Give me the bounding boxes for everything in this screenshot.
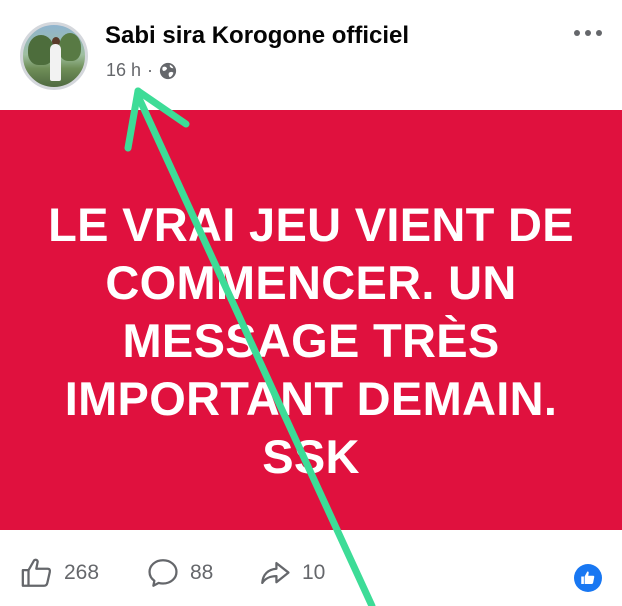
post-meta: 16 h · — [106, 60, 177, 81]
message-line: LE VRAI JEU VIENT DE — [48, 198, 574, 251]
comment-bubble-icon — [148, 559, 178, 587]
message-line: COMMENCER. UN — [105, 256, 517, 309]
post-message: LE VRAI JEU VIENT DE COMMENCER. UN MESSA… — [20, 196, 602, 486]
message-line: IMPORTANT DEMAIN. — [64, 372, 558, 425]
author-name[interactable]: Sabi sira Korogone officiel — [105, 22, 409, 50]
like-reaction-icon[interactable] — [574, 564, 602, 592]
share-count: 10 — [302, 561, 326, 584]
message-line: MESSAGE TRÈS — [122, 314, 500, 367]
post-text-card: LE VRAI JEU VIENT DE COMMENCER. UN MESSA… — [0, 110, 622, 530]
post-actions: 268 88 10 — [0, 540, 622, 606]
like-count: 268 — [64, 561, 100, 584]
comment-button[interactable]: 88 — [146, 556, 213, 590]
share-arrow-icon — [261, 561, 290, 585]
avatar[interactable] — [20, 22, 88, 90]
like-button[interactable]: 268 — [20, 556, 99, 590]
meta-separator: · — [147, 60, 154, 80]
thumbs-up-icon — [21, 558, 52, 587]
comment-count: 88 — [190, 561, 214, 584]
more-options-icon[interactable] — [572, 24, 604, 42]
message-line: SSK — [262, 430, 360, 483]
globe-icon — [159, 62, 177, 79]
post-timestamp[interactable]: 16 h — [106, 60, 141, 81]
share-button[interactable]: 10 — [258, 556, 325, 590]
post-header: Sabi sira Korogone officiel 16 h · — [0, 0, 622, 108]
